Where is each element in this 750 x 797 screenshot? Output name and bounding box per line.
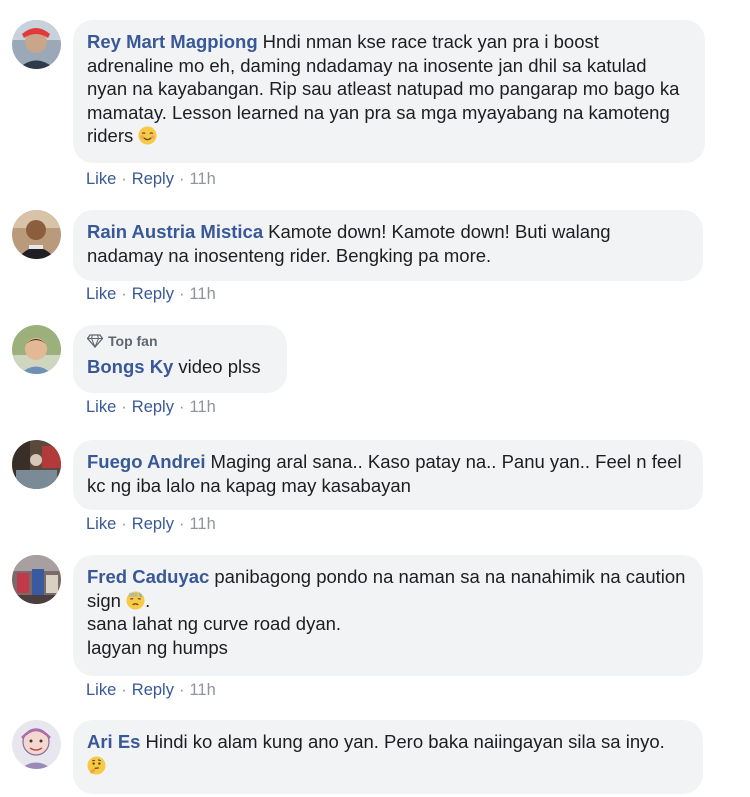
reply-link[interactable]: Reply — [132, 681, 174, 699]
comment-actions: Like · Reply · 11h — [86, 170, 216, 188]
like-link[interactable]: Like — [86, 170, 116, 188]
comment-timestamp[interactable]: 11h — [189, 681, 215, 699]
comment-actions: Like · Reply · 11h — [86, 515, 216, 533]
reply-link[interactable]: Reply — [132, 515, 174, 533]
comment-text: Hindi ko alam kung ano yan. Pero baka na… — [145, 731, 665, 752]
comment-text-continued: . sana lahat ng curve road dyan. lagyan … — [87, 589, 342, 658]
avatar[interactable] — [12, 210, 61, 259]
comment-author[interactable]: Fuego Andrei — [87, 451, 206, 472]
like-link[interactable]: Like — [86, 681, 116, 699]
avatar[interactable] — [12, 20, 61, 69]
comment-bubble: Fuego Andrei Maging aral sana.. Kaso pata… — [73, 440, 703, 510]
comment-actions: Like · Reply · 11h — [86, 285, 216, 303]
like-link[interactable]: Like — [86, 285, 116, 303]
relieved-face-emoji — [138, 126, 157, 145]
reply-link[interactable]: Reply — [132, 170, 174, 188]
comment-bubble: Fred Caduyac panibagong pondo na naman sa… — [73, 555, 703, 676]
comment-timestamp[interactable]: 11h — [189, 515, 215, 533]
like-link[interactable]: Like — [86, 398, 116, 416]
diamond-icon — [87, 334, 103, 348]
comment-author[interactable]: Ari Es — [87, 731, 140, 752]
avatar[interactable] — [12, 440, 61, 489]
comment-author[interactable]: Fred Caduyac — [87, 566, 209, 587]
comment-text: video plss — [178, 356, 261, 377]
comment-timestamp[interactable]: 11h — [189, 398, 215, 416]
comment-bubble: Rey Mart Magpiong Hndi nman kse race trac… — [73, 20, 705, 163]
avatar[interactable] — [12, 325, 61, 374]
comment-actions: Like · Reply · 11h — [86, 398, 216, 416]
comment-author[interactable]: Rey Mart Magpiong — [87, 31, 258, 52]
thinking-face-emoji — [87, 755, 106, 775]
downcast-sweat-face-emoji — [126, 590, 145, 610]
reply-link[interactable]: Reply — [132, 398, 174, 416]
like-link[interactable]: Like — [86, 515, 116, 533]
comment-bubble: Top fan Bongs Ky video plss — [73, 325, 287, 393]
reply-link[interactable]: Reply — [132, 285, 174, 303]
comment-author[interactable]: Rain Austria Mistica — [87, 221, 263, 242]
comment-timestamp[interactable]: 11h — [189, 285, 215, 303]
top-fan-label: Top fan — [108, 333, 158, 349]
comment-actions: Like · Reply · 11h — [86, 681, 216, 699]
top-fan-badge: Top fan — [87, 333, 271, 349]
avatar[interactable] — [12, 720, 61, 769]
comment-author[interactable]: Bongs Ky — [87, 356, 173, 377]
comment-timestamp[interactable]: 11h — [189, 170, 215, 188]
comment-bubble: Rain Austria Mistica Kamote down! Kamote … — [73, 210, 703, 281]
avatar[interactable] — [12, 555, 61, 604]
comment-bubble: Ari Es Hindi ko alam kung ano yan. Pero b… — [73, 720, 703, 794]
